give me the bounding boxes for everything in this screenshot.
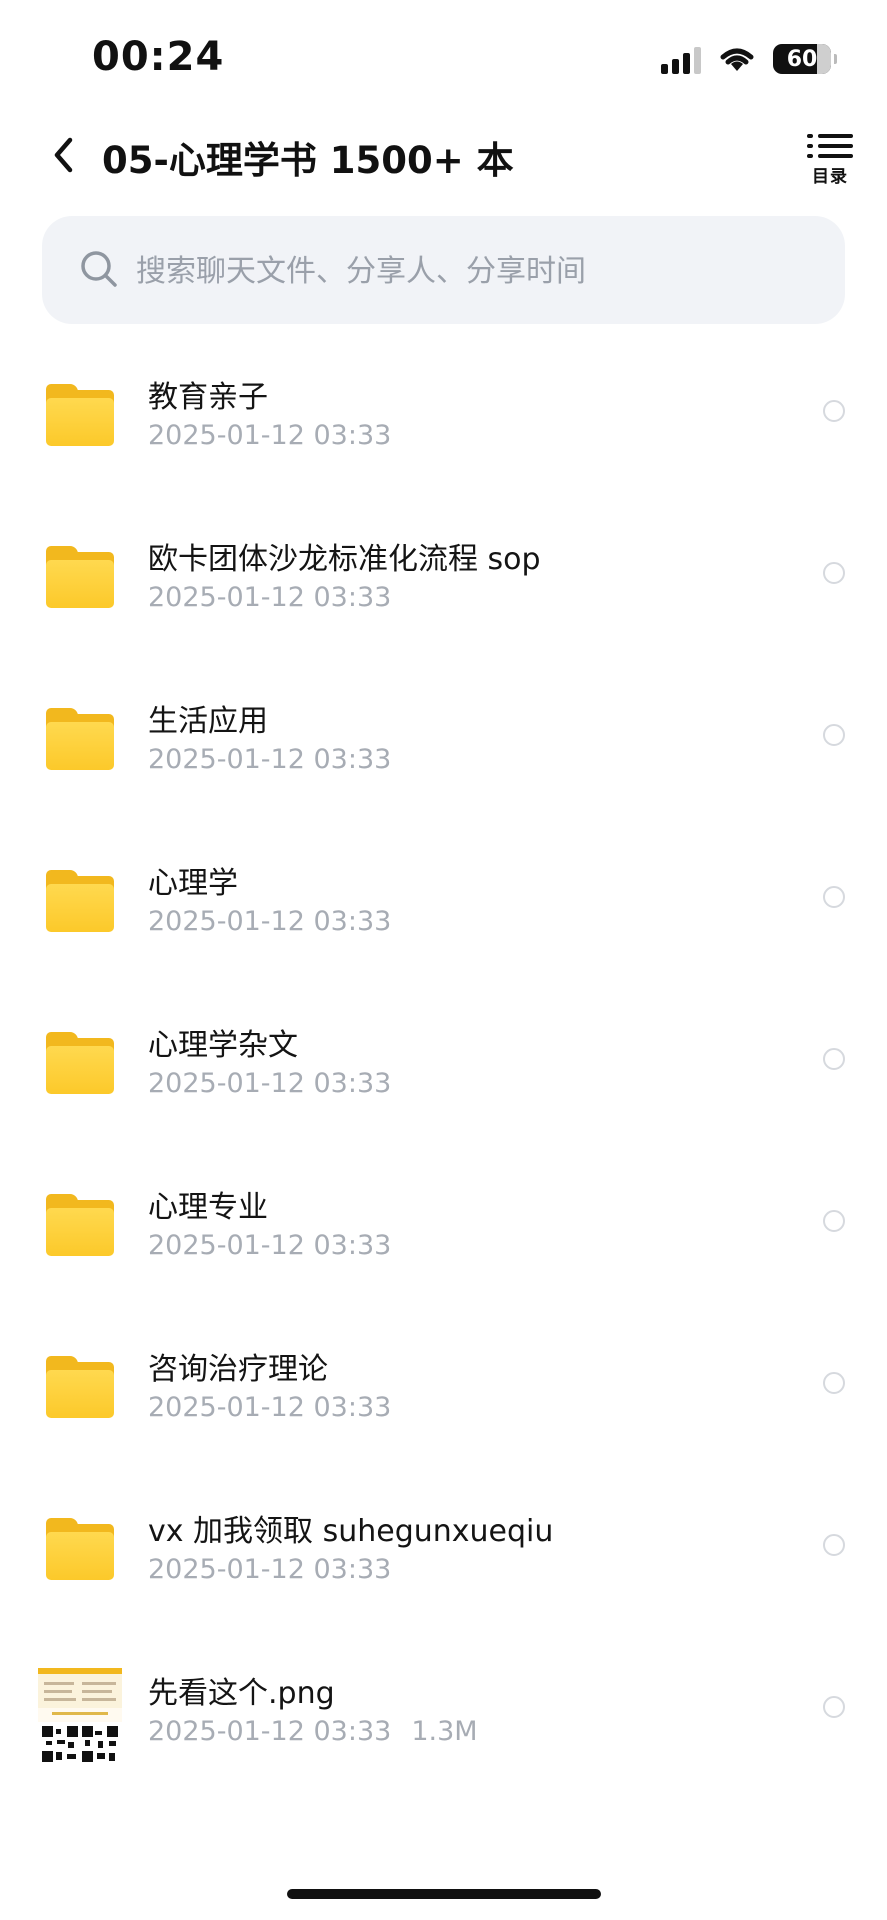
select-radio[interactable] [823,1048,845,1070]
item-name: 生活应用 [148,704,268,739]
search-bar[interactable] [42,216,845,324]
list-item[interactable]: 教育亲子 2025-01-12 03:33 [0,342,887,504]
folder-icon [46,708,114,770]
chevron-left-icon [54,137,73,173]
folder-icon [46,384,114,446]
folder-icon [46,1194,114,1256]
list-item[interactable]: 咨询治疗理论 2025-01-12 03:33 [0,1314,887,1476]
item-date: 2025-01-12 03:33 [148,1068,392,1099]
select-radio[interactable] [823,400,845,422]
select-radio[interactable] [823,724,845,746]
folder-icon [46,1518,114,1580]
home-indicator[interactable] [287,1889,601,1899]
page-title: 05-心理学书 1500+ 本 [102,139,514,182]
item-date: 2025-01-12 03:33 [148,906,392,937]
select-radio[interactable] [823,562,845,584]
item-date: 2025-01-12 03:33 [148,420,392,451]
list-item[interactable]: vx 加我领取 suhegunxueqiu 2025-01-12 03:33 [0,1476,887,1638]
image-thumbnail [38,1668,122,1764]
select-radio[interactable] [823,886,845,908]
status-bar: 00:24 60 [0,0,887,110]
item-name: 先看这个.png [148,1676,335,1711]
item-date: 2025-01-12 03:33 [148,1392,392,1423]
wifi-icon [720,48,754,71]
item-name: 欧卡团体沙龙标准化流程 sop [148,542,541,577]
header: 05-心理学书 1500+ 本 目录 [0,118,887,194]
select-radio[interactable] [823,1210,845,1232]
list-item[interactable]: 心理专业 2025-01-12 03:33 [0,1152,887,1314]
item-name: 心理专业 [148,1190,268,1225]
toc-button[interactable]: 目录 [807,134,853,194]
search-icon [81,251,117,287]
search-input[interactable] [134,240,818,302]
list-item[interactable]: 欧卡团体沙龙标准化流程 sop 2025-01-12 03:33 [0,504,887,666]
list-item[interactable]: 心理学杂文 2025-01-12 03:33 [0,990,887,1152]
item-name: 心理学 [148,866,238,901]
battery-icon: 60 [773,44,837,74]
toc-label: 目录 [812,167,848,187]
select-radio[interactable] [823,1372,845,1394]
item-date: 2025-01-12 03:33 [148,1554,392,1585]
item-size: 1.3M [411,1716,478,1747]
item-date: 2025-01-12 03:33 [148,582,392,613]
item-name: 咨询治疗理论 [148,1352,328,1387]
item-date: 2025-01-12 03:33 [148,744,392,775]
list-item[interactable]: 先看这个.png 2025-01-12 03:33 1.3M [0,1638,887,1800]
folder-icon [46,546,114,608]
list-item[interactable]: 心理学 2025-01-12 03:33 [0,828,887,990]
list-item[interactable]: 生活应用 2025-01-12 03:33 [0,666,887,828]
status-icons: 60 [661,42,837,76]
status-time: 00:24 [92,34,225,80]
select-radio[interactable] [823,1696,845,1718]
folder-icon [46,1032,114,1094]
item-date: 2025-01-12 03:33 [148,1230,392,1261]
folder-icon [46,1356,114,1418]
folder-icon [46,870,114,932]
item-name: vx 加我领取 suhegunxueqiu [148,1514,554,1549]
back-button[interactable] [46,132,86,178]
page: 00:24 60 05-心理学书 1500+ 本 目录 搜索聊天文件、分享人、分… [0,0,887,1920]
item-meta: 2025-01-12 03:33 1.3M [148,1716,478,1747]
battery-level: 60 [786,46,818,72]
cellular-signal-icon [661,44,701,74]
list-icon [807,134,853,160]
select-radio[interactable] [823,1534,845,1556]
item-date: 2025-01-12 03:33 [148,1716,392,1747]
item-name: 教育亲子 [148,380,268,415]
item-name: 心理学杂文 [148,1028,298,1063]
file-list: 教育亲子 2025-01-12 03:33 欧卡团体沙龙标准化流程 sop 20… [0,342,887,1800]
